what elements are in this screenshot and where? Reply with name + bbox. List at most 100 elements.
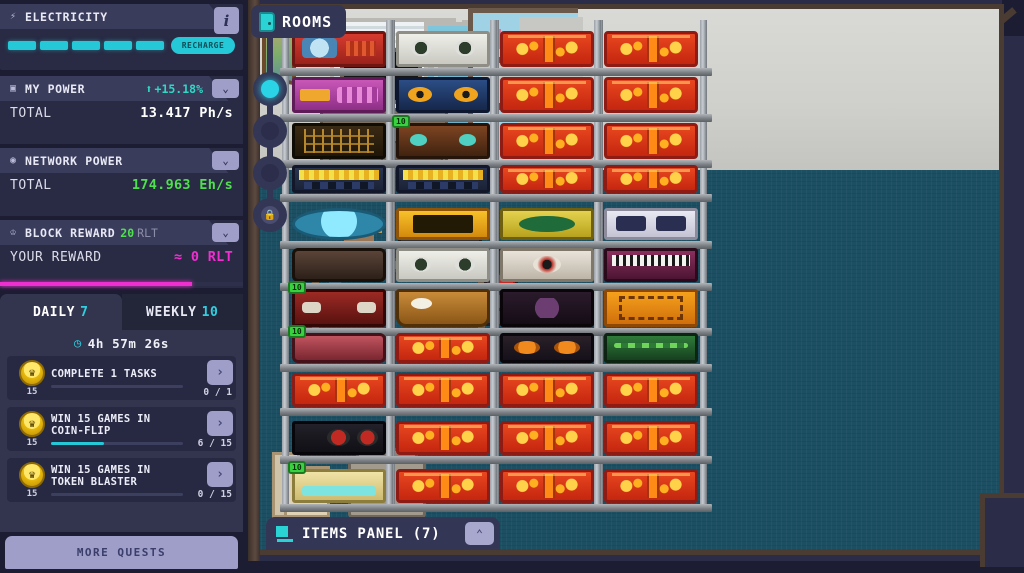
shelf-item-slot[interactable] — [604, 373, 698, 407]
mining-rig[interactable] — [500, 31, 594, 67]
snake-item[interactable] — [604, 333, 698, 363]
shelf-item-slot[interactable] — [604, 248, 698, 282]
shelf-item-slot[interactable] — [396, 31, 490, 67]
speaker-item[interactable] — [292, 421, 386, 455]
rooms-tab[interactable]: Rooms — [251, 5, 347, 38]
show-item[interactable] — [396, 208, 490, 240]
popcorn-item[interactable] — [396, 165, 490, 193]
mining-rig[interactable] — [604, 421, 698, 455]
quest-go-button[interactable]: › — [207, 462, 233, 487]
shelf-item-slot[interactable] — [604, 208, 698, 240]
dice-item[interactable] — [604, 208, 698, 240]
shelf-item-slot[interactable] — [604, 165, 698, 193]
items-panel-bar[interactable]: Items panel (7) ⌃ — [266, 517, 500, 550]
mining-rig[interactable] — [396, 333, 490, 363]
shelf-item-slot[interactable] — [292, 123, 386, 159]
mining-rig[interactable] — [292, 373, 386, 407]
dark-item[interactable] — [500, 289, 594, 327]
quest-go-button[interactable]: › — [207, 411, 233, 436]
shelf-item-slot[interactable] — [604, 469, 698, 503]
mining-rig[interactable] — [396, 469, 490, 503]
mining-rig[interactable] — [500, 165, 594, 193]
cash-item[interactable] — [500, 208, 594, 240]
shelf-item-slot[interactable] — [604, 333, 698, 363]
mining-rig[interactable] — [396, 373, 490, 407]
mining-rig[interactable] — [500, 421, 594, 455]
ticket-item[interactable] — [604, 289, 698, 327]
shelf-item-slot[interactable] — [604, 289, 698, 327]
shelf-item-slot[interactable]: 10 — [288, 325, 386, 363]
shelf-item-slot[interactable] — [500, 333, 594, 363]
boat-item[interactable] — [396, 289, 490, 327]
pumpkin-item[interactable] — [500, 333, 594, 363]
tab-weekly[interactable]: Weekly 10 — [121, 294, 243, 330]
eyeball-item[interactable] — [500, 248, 594, 282]
rock-item[interactable] — [292, 248, 386, 282]
mining-rig[interactable] — [500, 373, 594, 407]
shelf-item-slot[interactable] — [396, 373, 490, 407]
meat-item[interactable] — [292, 333, 386, 363]
mining-rig[interactable] — [396, 421, 490, 455]
popcorn-item[interactable] — [292, 165, 386, 193]
shelf-item-slot[interactable] — [396, 333, 490, 363]
shelf-item-slot[interactable] — [500, 289, 594, 327]
piano-item[interactable] — [604, 248, 698, 282]
shelf-item-slot[interactable] — [292, 421, 386, 455]
mining-rig[interactable] — [604, 77, 698, 113]
shelf-item-slot[interactable] — [396, 165, 490, 193]
shelf-item-slot[interactable] — [500, 208, 594, 240]
shelf-item-slot[interactable] — [396, 421, 490, 455]
shelf-item-slot[interactable] — [292, 373, 386, 407]
shelf-item-slot[interactable] — [292, 248, 386, 282]
room-node-3[interactable] — [253, 156, 287, 190]
shelf-item-slot[interactable] — [604, 77, 698, 113]
cannon-item[interactable] — [292, 77, 386, 113]
monster-item[interactable] — [396, 123, 490, 159]
shelf-item-slot[interactable]: 10 — [392, 115, 490, 159]
recharge-button[interactable]: Recharge — [171, 37, 235, 54]
mining-rig[interactable] — [500, 123, 594, 159]
eyes-item[interactable] — [396, 77, 490, 113]
shelf-item-slot[interactable] — [500, 469, 594, 503]
more-quests-button[interactable]: More quests — [5, 536, 238, 569]
block-reward-collapse-button[interactable]: ⌄ — [212, 223, 239, 242]
mining-rig[interactable] — [500, 77, 594, 113]
quest-go-button[interactable]: › — [207, 360, 233, 385]
quest-item[interactable]: ♛ 15 Win 15 Games in Token Blaster › 0 / 15 — [7, 458, 236, 502]
shelf-item-slot[interactable] — [396, 289, 490, 327]
shelf-item-slot[interactable] — [500, 165, 594, 193]
tab-daily[interactable]: Daily 7 — [0, 294, 122, 330]
my-power-collapse-button[interactable]: ⌄ — [212, 79, 239, 98]
quest-item[interactable]: ♛ 15 Complete 1 Tasks › 0 / 1 — [7, 356, 236, 400]
shelf-item-slot[interactable] — [500, 123, 594, 159]
shelf-item-slot[interactable]: 10 — [288, 281, 386, 327]
shelf-item-slot[interactable] — [292, 208, 386, 240]
shelf-item-slot[interactable] — [500, 77, 594, 113]
shelf-item-slot[interactable] — [292, 165, 386, 193]
items-panel-toggle-button[interactable]: ⌃ — [465, 522, 494, 545]
crab-item[interactable] — [292, 289, 386, 327]
shelf-item-slot[interactable] — [396, 208, 490, 240]
shelf-item-slot[interactable] — [396, 469, 490, 503]
quest-item[interactable]: ♛ 15 Win 15 Games in Coin-Flip › 6 / 15 — [7, 407, 236, 451]
room-node-1[interactable] — [253, 72, 287, 106]
mining-rig[interactable] — [500, 469, 594, 503]
shelf-item-slot[interactable]: 10 — [288, 461, 386, 503]
shelf-item-slot[interactable] — [604, 421, 698, 455]
room-node-4[interactable]: 🔒 — [253, 198, 287, 232]
shelf-item-slot[interactable] — [500, 373, 594, 407]
shelf-item-slot[interactable] — [396, 248, 490, 282]
skull-item[interactable] — [396, 31, 490, 67]
shelf-item-slot[interactable] — [604, 31, 698, 67]
mining-rig[interactable] — [604, 31, 698, 67]
mining-rig[interactable] — [604, 469, 698, 503]
shelf-item-slot[interactable] — [500, 421, 594, 455]
shelf-item-slot[interactable] — [500, 31, 594, 67]
shelf-item-slot[interactable] — [396, 77, 490, 113]
skull-item[interactable] — [396, 248, 490, 282]
shelf-item-slot[interactable] — [500, 248, 594, 282]
mining-rig[interactable] — [604, 373, 698, 407]
crystal-item[interactable] — [292, 208, 386, 240]
network-power-collapse-button[interactable]: ⌄ — [212, 151, 239, 170]
mining-rig[interactable] — [604, 165, 698, 193]
